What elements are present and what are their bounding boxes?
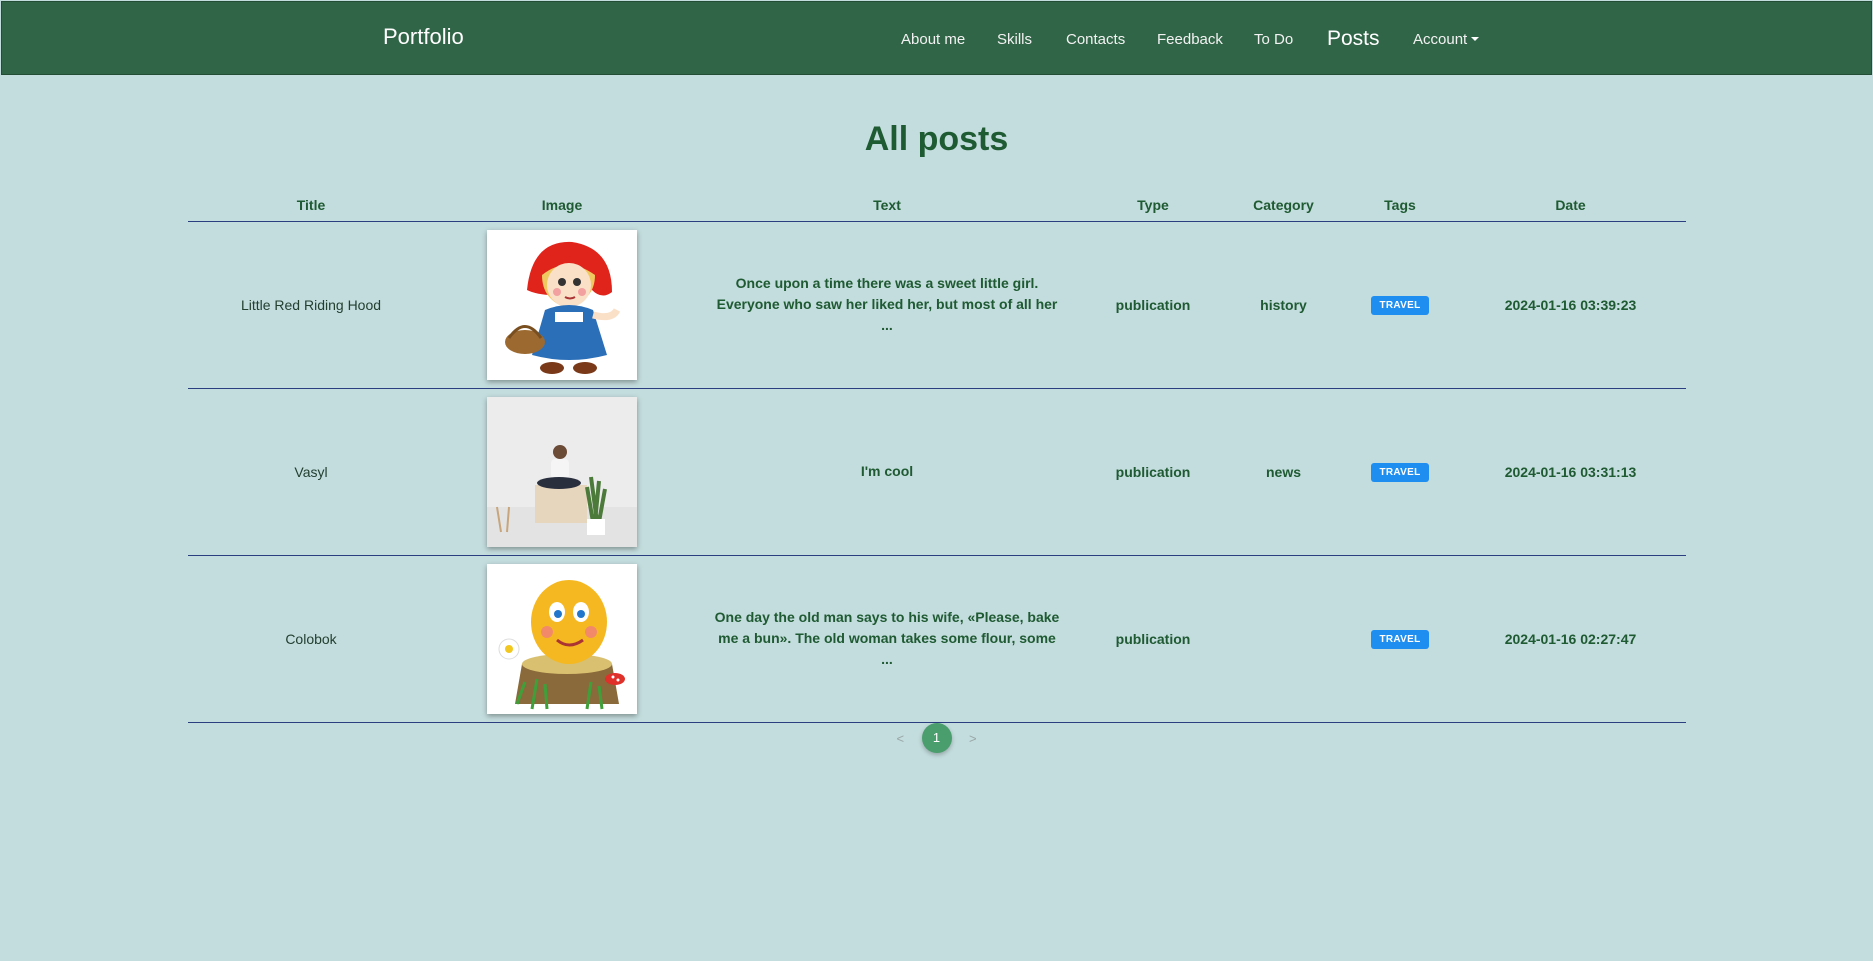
posts-table-wrapper: Title Image Text Type Category Tags Date…	[188, 190, 1686, 723]
post-image-cell	[434, 388, 690, 556]
nav-todo[interactable]: To Do	[1254, 31, 1293, 48]
pagination-prev-button[interactable]: <	[896, 731, 904, 746]
header-date: Date	[1455, 190, 1686, 222]
post-title[interactable]: Colobok	[188, 555, 434, 723]
pagination-page-current[interactable]: 1	[921, 723, 952, 753]
tag-badge[interactable]: TRAVEL	[1371, 462, 1429, 482]
nav-posts[interactable]: Posts	[1327, 27, 1380, 51]
nav-about-me[interactable]: About me	[901, 31, 965, 48]
kolobok-image	[487, 563, 637, 714]
header-image: Image	[434, 190, 690, 222]
post-image-cell	[434, 555, 690, 723]
post-tags-cell: TRAVEL	[1345, 555, 1455, 723]
post-image[interactable]	[487, 229, 637, 380]
pagination-next-button[interactable]: >	[969, 731, 977, 746]
post-date: 2024-01-16 03:31:13	[1455, 388, 1686, 556]
nav-skills[interactable]: Skills	[997, 31, 1032, 48]
nav-contacts[interactable]: Contacts	[1066, 31, 1125, 48]
post-title[interactable]: Vasyl	[188, 388, 434, 556]
table-row[interactable]: Vasyl I'm cool publication news TRAVEL 2…	[188, 388, 1686, 556]
post-image[interactable]	[487, 396, 637, 547]
post-date: 2024-01-16 02:27:47	[1455, 555, 1686, 723]
header-type: Type	[1084, 190, 1222, 222]
post-type: publication	[1084, 388, 1222, 556]
page-title: All posts	[864, 120, 1009, 158]
post-date: 2024-01-16 03:39:23	[1455, 221, 1686, 389]
post-type: publication	[1084, 221, 1222, 389]
post-text: Once upon a time there was a sweet littl…	[690, 221, 1084, 389]
header-title: Title	[188, 190, 434, 222]
red-riding-hood-image	[487, 229, 637, 380]
post-image-cell	[434, 221, 690, 389]
post-type: publication	[1084, 555, 1222, 723]
tag-badge[interactable]: TRAVEL	[1371, 629, 1429, 649]
tag-badge[interactable]: TRAVEL	[1371, 295, 1429, 315]
posts-table: Title Image Text Type Category Tags Date…	[188, 190, 1686, 723]
navbar: Portfolio About me Skills Contacts Feedb…	[1, 1, 1872, 75]
table-row[interactable]: Colobok One day the old man says to his …	[188, 555, 1686, 723]
nav-account-dropdown[interactable]: Account	[1413, 31, 1479, 48]
header-text: Text	[690, 190, 1084, 222]
post-tags-cell: TRAVEL	[1345, 221, 1455, 389]
pagination: < 1 >	[0, 723, 1873, 753]
post-image[interactable]	[487, 563, 637, 714]
header-tags: Tags	[1345, 190, 1455, 222]
post-category: history	[1222, 221, 1345, 389]
post-title[interactable]: Little Red Riding Hood	[188, 221, 434, 389]
post-text: I'm cool	[690, 388, 1084, 556]
table-row[interactable]: Little Red Riding Hood Once upon a time …	[188, 221, 1686, 389]
man-on-box-photo	[487, 396, 637, 547]
brand-logo[interactable]: Portfolio	[383, 24, 464, 50]
post-text: One day the old man says to his wife, «P…	[690, 555, 1084, 723]
nav-feedback[interactable]: Feedback	[1157, 31, 1223, 48]
post-tags-cell: TRAVEL	[1345, 388, 1455, 556]
table-header-row: Title Image Text Type Category Tags Date	[188, 190, 1686, 222]
post-category	[1222, 555, 1345, 723]
post-category: news	[1222, 388, 1345, 556]
header-category: Category	[1222, 190, 1345, 222]
